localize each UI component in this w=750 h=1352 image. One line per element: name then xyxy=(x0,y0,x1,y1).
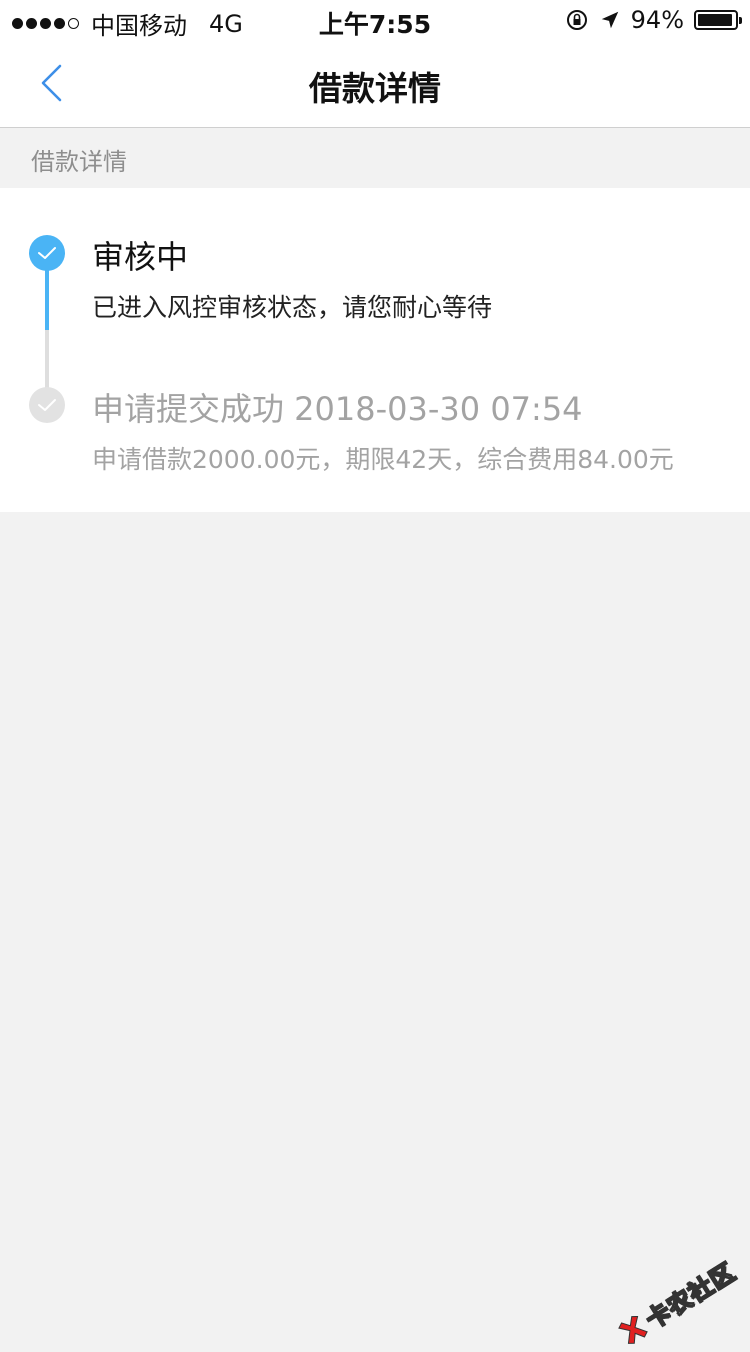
location-arrow-icon xyxy=(601,11,618,29)
timeline-line-active xyxy=(45,266,49,330)
step-description-reviewing: 已进入风控审核状态，请您耐心等待 xyxy=(92,293,493,322)
page-title: 借款详情 xyxy=(309,69,441,108)
watermark-text: 卡农社区 xyxy=(641,1257,742,1335)
battery-level xyxy=(698,14,732,26)
battery-icon xyxy=(694,10,742,30)
timeline-line-inactive xyxy=(45,330,49,390)
timeline-node-completed xyxy=(29,387,65,423)
navigation-bar: 借款详情 xyxy=(0,40,750,128)
status-right: 94% xyxy=(565,6,742,34)
watermark: 卡农社区 xyxy=(611,1253,741,1352)
timeline-card: 审核中 已进入风控审核状态，请您耐心等待 申请提交成功 2018-03-30 0… xyxy=(0,188,750,512)
check-icon xyxy=(38,247,56,259)
check-icon xyxy=(38,399,56,411)
section-header-label: 借款详情 xyxy=(31,148,127,176)
orientation-lock-icon xyxy=(566,10,587,30)
timeline-node-active xyxy=(29,235,65,271)
section-header: 借款详情 xyxy=(0,128,750,188)
step-title-submitted: 申请提交成功 2018-03-30 07:54 xyxy=(92,390,583,428)
status-bar: 中国移动 4G 上午7:55 94% xyxy=(0,0,750,40)
step-title-reviewing: 审核中 xyxy=(92,238,189,276)
battery-percent: 94% xyxy=(630,6,684,34)
step-description-submitted: 申请借款2000.00元，期限42天，综合费用84.00元 xyxy=(92,445,674,474)
